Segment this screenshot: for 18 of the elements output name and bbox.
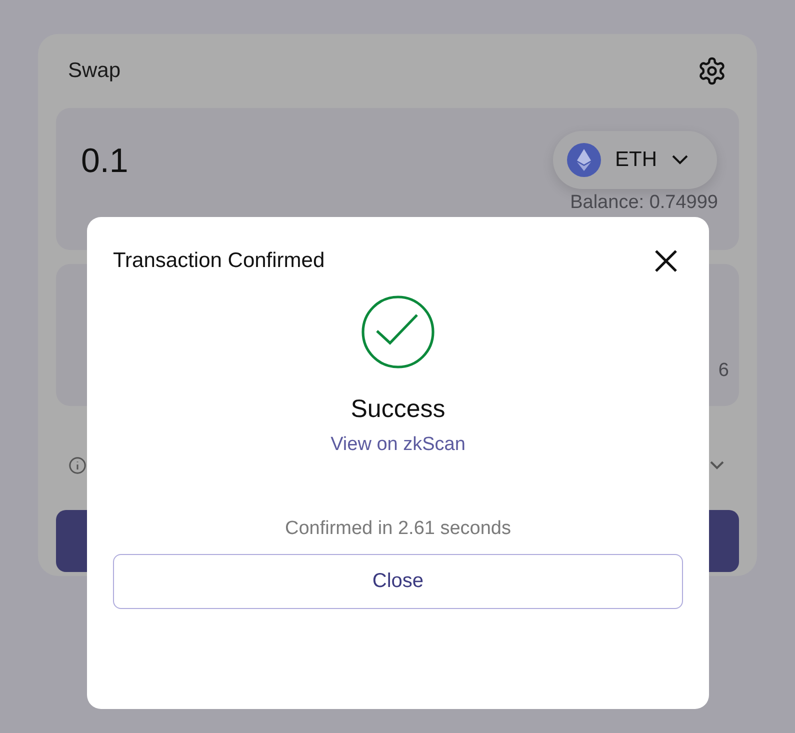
balance-text: 6 bbox=[718, 360, 729, 382]
token-symbol: ETH bbox=[615, 148, 657, 172]
balance-text: Balance: 0.74999 bbox=[570, 192, 718, 214]
close-icon[interactable] bbox=[653, 248, 679, 274]
swap-title: Swap bbox=[68, 59, 121, 83]
close-button[interactable]: Close bbox=[113, 554, 683, 609]
dialog-title: Transaction Confirmed bbox=[113, 249, 325, 273]
amount-value[interactable]: 0.1 bbox=[81, 142, 128, 181]
chevron-down-icon[interactable] bbox=[709, 460, 725, 470]
info-icon bbox=[69, 456, 86, 474]
token-selector[interactable]: ETH bbox=[553, 131, 717, 189]
success-text: Success bbox=[350, 395, 446, 424]
chevron-down-icon bbox=[671, 154, 689, 166]
check-circle-icon bbox=[361, 295, 435, 369]
settings-icon[interactable] bbox=[697, 56, 727, 86]
diamond-logo-icon bbox=[567, 143, 601, 177]
confirmation-time: Confirmed in 2.61 seconds bbox=[284, 518, 511, 540]
explorer-link[interactable]: View on zkScan bbox=[330, 434, 466, 456]
